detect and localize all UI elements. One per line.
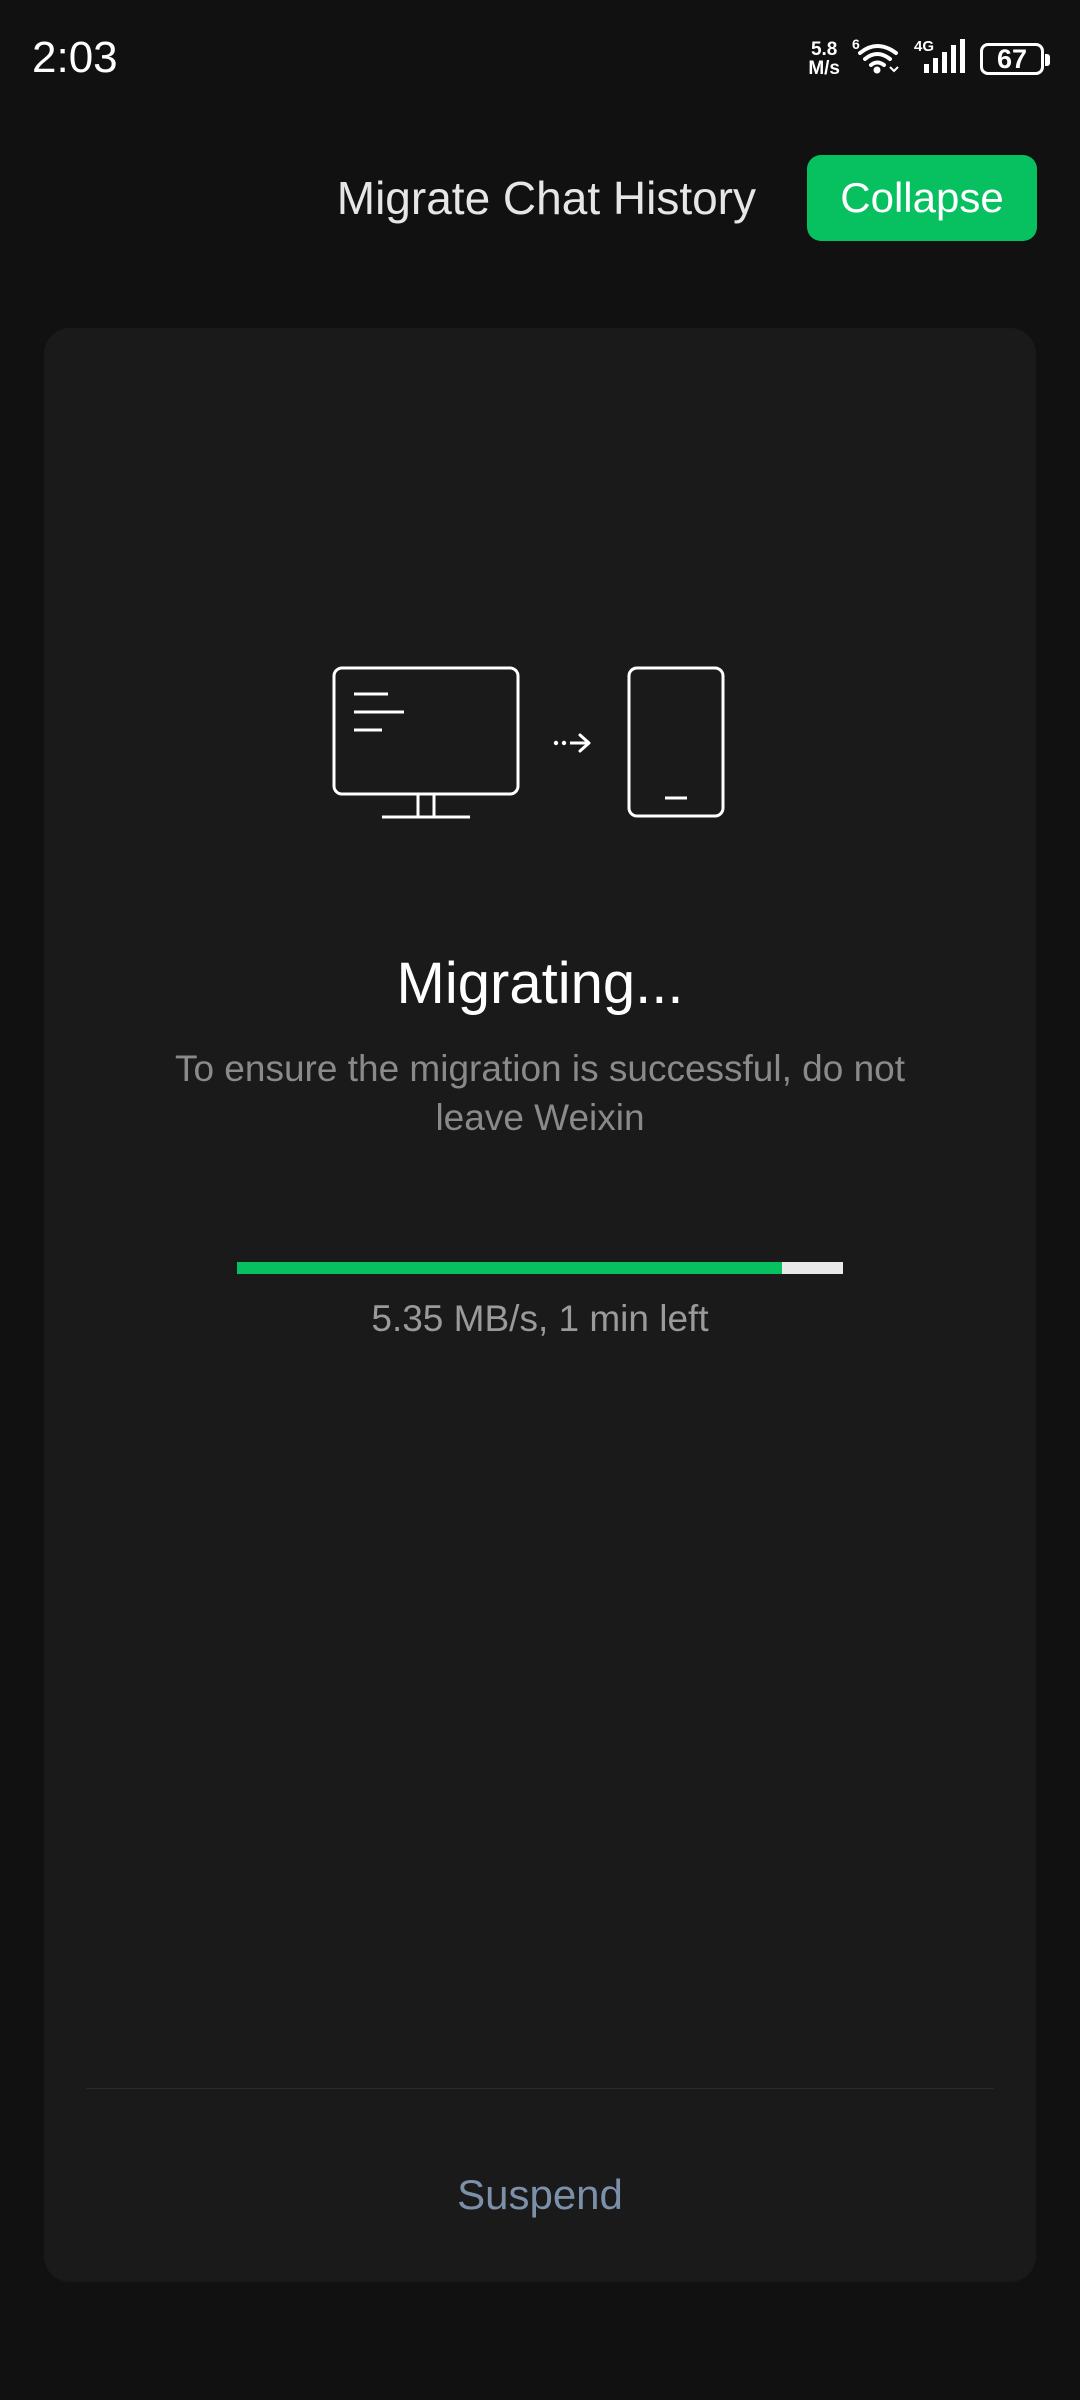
svg-text:6: 6 [852, 37, 860, 52]
migration-progress-bar [237, 1262, 843, 1274]
dotted-arrow-right-icon [553, 733, 591, 753]
status-icons: 5.8 M/s 6 4G 67 [808, 34, 1050, 84]
migration-card: Migrating... To ensure the migration is … [44, 328, 1036, 2282]
status-bar: 2:03 5.8 M/s 6 4G 67 [0, 0, 1080, 116]
network-speed-unit: M/s [808, 58, 840, 79]
phone-icon [627, 666, 725, 818]
migration-progress-text: 5.35 MB/s, 1 min left [371, 1298, 709, 1339]
wifi-icon: 6 [852, 36, 902, 82]
card-divider [86, 2088, 994, 2089]
status-time: 2:03 [32, 33, 118, 82]
migration-warning: To ensure the migration is successful, d… [174, 1048, 906, 1138]
collapse-button[interactable]: Collapse [807, 155, 1037, 241]
network-speed: 5.8 M/s [808, 40, 840, 78]
battery-indicator: 67 [980, 43, 1050, 75]
migration-illustration [332, 666, 725, 819]
battery-level: 67 [996, 43, 1028, 74]
cellular-signal-icon: 4G [914, 37, 968, 82]
migration-status-title: Migrating... [396, 951, 684, 1016]
suspend-button[interactable]: Suspend [390, 2160, 690, 2230]
cellular-label: 4G [914, 38, 934, 55]
network-speed-value: 5.8 [810, 39, 838, 60]
page-title: Migrate Chat History [336, 172, 756, 224]
migration-progress-fill [237, 1262, 783, 1274]
desktop-monitor-icon [332, 666, 520, 819]
